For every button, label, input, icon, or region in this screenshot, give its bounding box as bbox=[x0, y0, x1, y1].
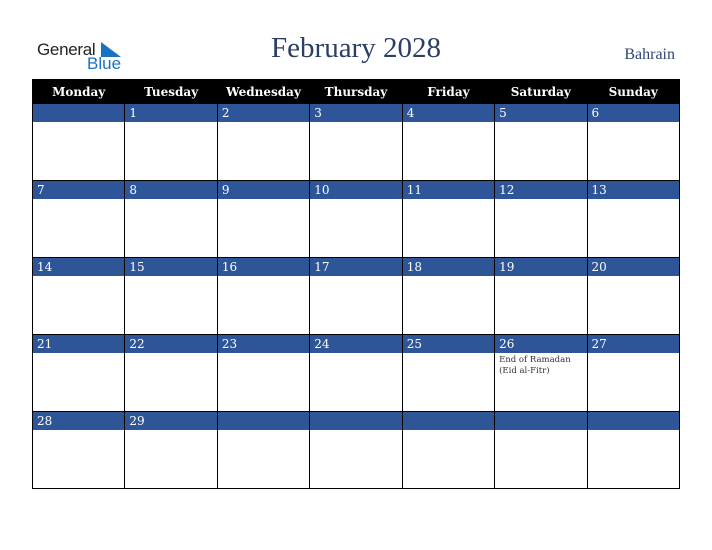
day-cell[interactable]: 20 bbox=[586, 257, 681, 335]
week-row: 21 22 23 24 25 26 End of Ramadan (Eid al-Fitr)… bbox=[31, 334, 681, 412]
day-cell[interactable]: 21 bbox=[31, 334, 126, 412]
country-label: Bahrain bbox=[624, 46, 675, 63]
day-number: 23 bbox=[217, 335, 310, 353]
day-cell[interactable]: 18 bbox=[401, 257, 496, 335]
weekday-friday: Friday bbox=[401, 79, 496, 104]
day-cell[interactable]: 29 bbox=[124, 411, 218, 489]
day-number: 10 bbox=[310, 181, 402, 199]
weekday-wednesday: Wednesday bbox=[216, 79, 311, 104]
day-number: 28 bbox=[33, 412, 125, 430]
day-number: 12 bbox=[495, 181, 587, 199]
day-number: 4 bbox=[402, 104, 495, 122]
day-cell[interactable]: 12 bbox=[494, 180, 588, 258]
day-number: 13 bbox=[587, 181, 679, 199]
holiday-event: End of Ramadan (Eid al-Fitr) bbox=[499, 355, 571, 376]
day-cell[interactable]: 19 bbox=[494, 257, 588, 335]
day-number bbox=[402, 412, 495, 430]
weekday-saturday: Saturday bbox=[494, 79, 588, 104]
day-cell[interactable]: 9 bbox=[216, 180, 311, 258]
week-row: 14 15 16 17 18 19 20 bbox=[31, 257, 681, 335]
calendar-title: February 2028 bbox=[271, 32, 441, 64]
day-cell[interactable]: 23 bbox=[216, 334, 311, 412]
day-cell[interactable] bbox=[309, 411, 403, 489]
calendar-grid: Monday Tuesday Wednesday Thursday Friday Satu… bbox=[31, 79, 681, 489]
day-cell[interactable]: 24 bbox=[309, 334, 403, 412]
day-number bbox=[33, 104, 125, 122]
day-number: 2 bbox=[217, 104, 310, 122]
week-row: 123456 bbox=[31, 103, 681, 181]
day-cell[interactable]: 8 bbox=[124, 180, 218, 258]
day-number: 20 bbox=[587, 258, 679, 276]
day-cell[interactable]: 14 bbox=[31, 257, 126, 335]
day-number: 8 bbox=[125, 181, 217, 199]
day-number bbox=[217, 412, 310, 430]
day-number bbox=[587, 412, 679, 430]
day-number: 29 bbox=[125, 412, 217, 430]
day-number: 16 bbox=[217, 258, 310, 276]
day-cell[interactable]: 1 bbox=[124, 103, 218, 181]
day-cell[interactable]: 15 bbox=[124, 257, 218, 335]
day-cell[interactable] bbox=[494, 411, 588, 489]
weekday-tuesday: Tuesday bbox=[124, 79, 218, 104]
day-cell[interactable]: 6 bbox=[586, 103, 681, 181]
day-cell[interactable]: 27 bbox=[586, 334, 681, 412]
day-number bbox=[495, 412, 587, 430]
day-cell[interactable]: 28 bbox=[31, 411, 126, 489]
day-number: 18 bbox=[402, 258, 495, 276]
day-cell[interactable]: 5 bbox=[494, 103, 588, 181]
day-number: 25 bbox=[402, 335, 495, 353]
day-number: 5 bbox=[495, 104, 587, 122]
day-number: 24 bbox=[310, 335, 402, 353]
day-cell[interactable]: 10 bbox=[309, 180, 403, 258]
day-number: 22 bbox=[125, 335, 217, 353]
day-cell[interactable]: 4 bbox=[401, 103, 496, 181]
day-cell[interactable] bbox=[216, 411, 311, 489]
day-number: 15 bbox=[125, 258, 217, 276]
day-cell[interactable]: 2 bbox=[216, 103, 311, 181]
day-number: 27 bbox=[587, 335, 679, 353]
week-row: 28 29 bbox=[31, 411, 681, 489]
day-number: 21 bbox=[33, 335, 125, 353]
weekday-sunday: Sunday bbox=[586, 79, 681, 104]
day-cell[interactable]: 22 bbox=[124, 334, 218, 412]
day-cell[interactable] bbox=[31, 103, 126, 181]
day-number: 1 bbox=[125, 104, 217, 122]
day-cell[interactable]: 7 bbox=[31, 180, 126, 258]
day-cell[interactable] bbox=[401, 411, 496, 489]
day-number: 26 bbox=[495, 335, 587, 353]
day-number: 11 bbox=[402, 181, 495, 199]
day-number bbox=[310, 412, 402, 430]
day-number: 14 bbox=[33, 258, 125, 276]
day-number: 17 bbox=[310, 258, 402, 276]
day-number: 19 bbox=[495, 258, 587, 276]
day-cell[interactable]: 3 bbox=[309, 103, 403, 181]
day-number: 3 bbox=[310, 104, 402, 122]
weekday-thursday: Thursday bbox=[309, 79, 403, 104]
weekday-header-row: Monday Tuesday Wednesday Thursday Friday Satu… bbox=[31, 79, 681, 104]
day-number: 6 bbox=[587, 104, 679, 122]
day-cell[interactable]: 17 bbox=[309, 257, 403, 335]
day-cell[interactable]: 13 bbox=[586, 180, 681, 258]
day-cell[interactable]: 25 bbox=[401, 334, 496, 412]
day-number: 7 bbox=[33, 181, 125, 199]
week-row: 7 8 9 10 11 12 13 bbox=[31, 180, 681, 258]
day-cell[interactable]: 11 bbox=[401, 180, 496, 258]
day-number: 9 bbox=[217, 181, 310, 199]
weekday-monday: Monday bbox=[31, 79, 126, 104]
day-cell[interactable]: 16 bbox=[216, 257, 311, 335]
day-cell[interactable]: 26 End of Ramadan (Eid al-Fitr) bbox=[494, 334, 588, 412]
day-cell[interactable] bbox=[586, 411, 681, 489]
